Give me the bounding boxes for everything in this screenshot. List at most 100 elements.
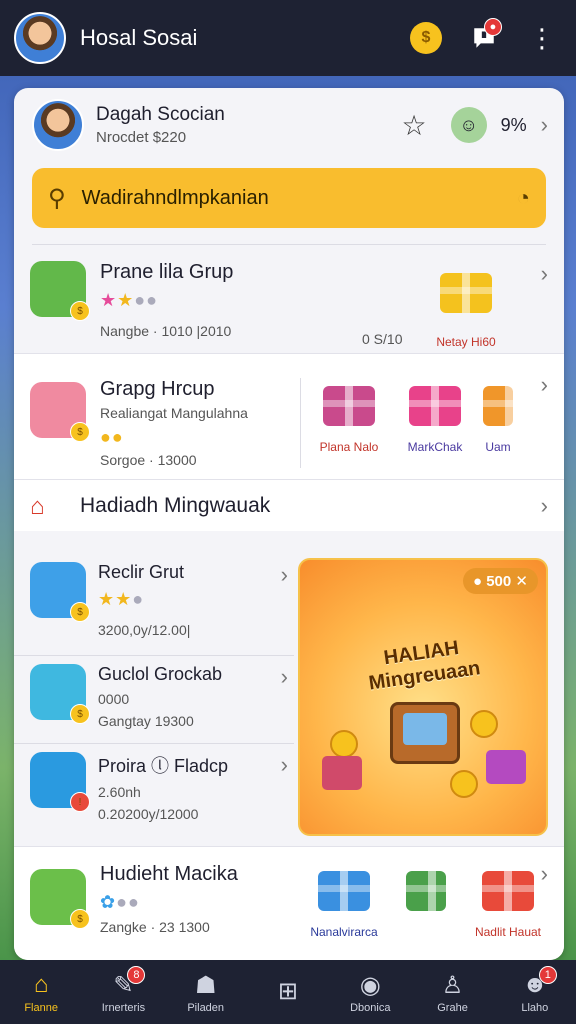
star-icon[interactable]: ☆ — [402, 109, 427, 142]
promo-banner[interactable]: ● 500 ✕ HALIAH Mingreuaan — [298, 558, 548, 836]
coin-icon: $ — [70, 422, 90, 442]
tv-icon — [390, 702, 460, 764]
nav-interests[interactable]: ✎ 8 Irnerteris — [87, 966, 159, 1014]
group-thumbnail: $ — [30, 562, 90, 622]
nav-pilad[interactable]: ☗ Piladen — [170, 970, 242, 1015]
profile-avatar — [32, 99, 84, 151]
group-meta: Zangke · 23 1300 — [100, 919, 210, 935]
chevron-right-icon[interactable]: › — [541, 261, 548, 287]
list-item[interactable]: $ Reclir Grut ★★● 3200,0y/12.00| › — [14, 550, 294, 656]
chevron-right-icon[interactable]: › — [541, 112, 548, 138]
more-menu-button[interactable]: ⋮ — [522, 18, 562, 58]
group-card-1[interactable]: $ Prane lila Grup ★★●● Nangbe · 1010 |20… — [14, 245, 564, 353]
main-card: Dagah Scocian Nrocdet $220 ☆ ☺ 9% › ⚲ Wa… — [14, 88, 564, 960]
nav-label: Irnerteris — [101, 1002, 146, 1014]
gift-item[interactable]: Nadlit Hauat — [468, 863, 548, 960]
group-thumbnail: $ — [30, 261, 90, 321]
gift-item[interactable]: Uam — [483, 378, 513, 479]
group-name: Reclir Grut — [98, 562, 185, 582]
top-app-bar: Hosal Sosai $ ● ⋮ — [0, 0, 576, 76]
gift-icon — [475, 863, 541, 919]
group-card-3[interactable]: $ Hudieht Macika ✿●● Zangke · 23 1300 Na… — [14, 846, 564, 960]
nav-label: Piladen — [187, 1002, 225, 1014]
search-bar[interactable]: ⚲ Wadirahndlmpkanian ◔ — [32, 168, 546, 228]
group-meta: Sorgoe · 13000 — [100, 452, 197, 468]
gift-icon — [486, 750, 526, 784]
group-thumbnail: $ — [30, 869, 90, 929]
profile-balance: Nrocdet $220 — [96, 129, 187, 146]
group-list: $ Reclir Grut ★★● 3200,0y/12.00| › $ Guc… — [14, 550, 294, 836]
coin-stack-icon: ●● — [100, 427, 124, 447]
nav-dbonica[interactable]: ◉ Dbonica — [334, 970, 406, 1015]
robot-icon: ☗ — [194, 971, 217, 999]
coin-icon: $ — [410, 22, 442, 54]
circle-icon: ◉ — [359, 971, 381, 999]
gift-item[interactable]: MarkChak — [397, 378, 473, 479]
gift-label: Nadlit Hauat — [474, 925, 542, 939]
chevron-right-icon[interactable]: › — [541, 861, 548, 887]
group-name: Hudieht Macika — [100, 863, 238, 885]
list-item[interactable]: ! Proira ⓛ Fladcp 2.60nh 0.20200y/12000 … — [14, 744, 294, 836]
group-thumbnail: $ — [30, 382, 90, 442]
list-item[interactable]: $ Guclol Grockab 0000 Gangtay 19300 › — [14, 656, 294, 744]
gift-icon — [311, 863, 377, 919]
group-meta: Gangtay 19300 — [98, 713, 194, 729]
coin-pill[interactable]: ● 500 ✕ — [462, 568, 538, 594]
group-name: Guclol Grockab — [98, 664, 223, 684]
gift-label: Netay Hi60 — [436, 335, 496, 349]
group-name: Proira ⓛ Fladcp — [98, 756, 229, 776]
coin-icon: $ — [70, 301, 90, 321]
gift-item[interactable]: Nanalvirarca — [304, 863, 384, 960]
coins-button[interactable]: $ — [406, 18, 446, 58]
more-vertical-icon: ⋮ — [529, 23, 555, 53]
nav-badge: 8 — [127, 966, 146, 984]
notifications-button[interactable]: ● — [464, 18, 504, 58]
section-header[interactable]: ⌂ Hadiadh Mingwauak › — [14, 479, 564, 531]
promo-title: HALIAH Mingreuaan — [367, 636, 482, 695]
group-thumbnail: ! — [30, 752, 90, 812]
nav-grahe[interactable]: ♙ Grahe — [417, 970, 489, 1015]
search-input[interactable]: Wadirahndlmpkanian — [82, 187, 517, 210]
chevron-right-icon[interactable]: › — [541, 372, 548, 398]
nav-profile[interactable]: ☻ 1 Llaho — [499, 966, 571, 1014]
group-subtitle: Realiangat Mangulahna — [100, 405, 248, 421]
app-title: Hosal Sosai — [80, 25, 198, 50]
group-card-2[interactable]: $ Grapg Hrcup Realiangat Mangulahna ●● S… — [14, 353, 564, 479]
coin-icon: $ — [70, 602, 90, 622]
gift-icon — [398, 863, 454, 919]
profile-name: Dagah Scocian — [96, 104, 225, 125]
group-meta: 0.20200y/12000 — [98, 806, 199, 822]
grid-icon: ⊞ — [277, 977, 299, 1005]
bottom-navigation: ⌂ Flanne ✎ 8 Irnerteris ☗ Piladen ⊞ ◉ Db… — [0, 960, 576, 1024]
rating-stars: ★★● — [98, 589, 145, 609]
nav-grid[interactable]: ⊞ — [252, 976, 324, 1008]
coin-icon — [470, 710, 498, 738]
nav-label: Grahe — [437, 1002, 468, 1014]
nav-home[interactable]: ⌂ Flanne — [5, 970, 77, 1014]
group-count: 0 S/10 — [362, 331, 403, 347]
gift-item[interactable] — [398, 863, 454, 960]
timer-icon[interactable]: ◔ — [517, 185, 530, 211]
nav-label: Flanne — [24, 1002, 58, 1014]
section-title: Hadiadh Mingwauak — [80, 493, 271, 517]
gift-icon — [322, 756, 362, 790]
user-avatar[interactable] — [14, 12, 66, 64]
chevron-right-icon[interactable]: › — [281, 562, 288, 588]
divider — [300, 378, 301, 468]
nav-label: Dbonica — [350, 1002, 391, 1014]
chevron-right-icon[interactable]: › — [541, 493, 548, 519]
gift-label: MarkChak — [407, 440, 463, 454]
gift-label: Uam — [485, 440, 511, 454]
gift-icon — [316, 378, 382, 434]
mascot-icon: ☺ — [450, 107, 487, 143]
profile-row[interactable]: Dagah Scocian Nrocdet $220 ☆ ☺ 9% › — [14, 88, 564, 162]
chevron-right-icon[interactable]: › — [281, 752, 288, 778]
user-outline-icon: ♙ — [441, 971, 464, 999]
nav-badge: 1 — [538, 966, 557, 984]
chevron-right-icon[interactable]: › — [281, 664, 288, 690]
gift-label: Nanalvirarca — [310, 925, 378, 939]
gift-icon — [433, 265, 499, 321]
gift-item[interactable]: Plana Nalo — [311, 378, 387, 479]
group-meta: 3200,0y/12.00| — [98, 622, 191, 638]
search-icon: ⚲ — [48, 184, 66, 212]
